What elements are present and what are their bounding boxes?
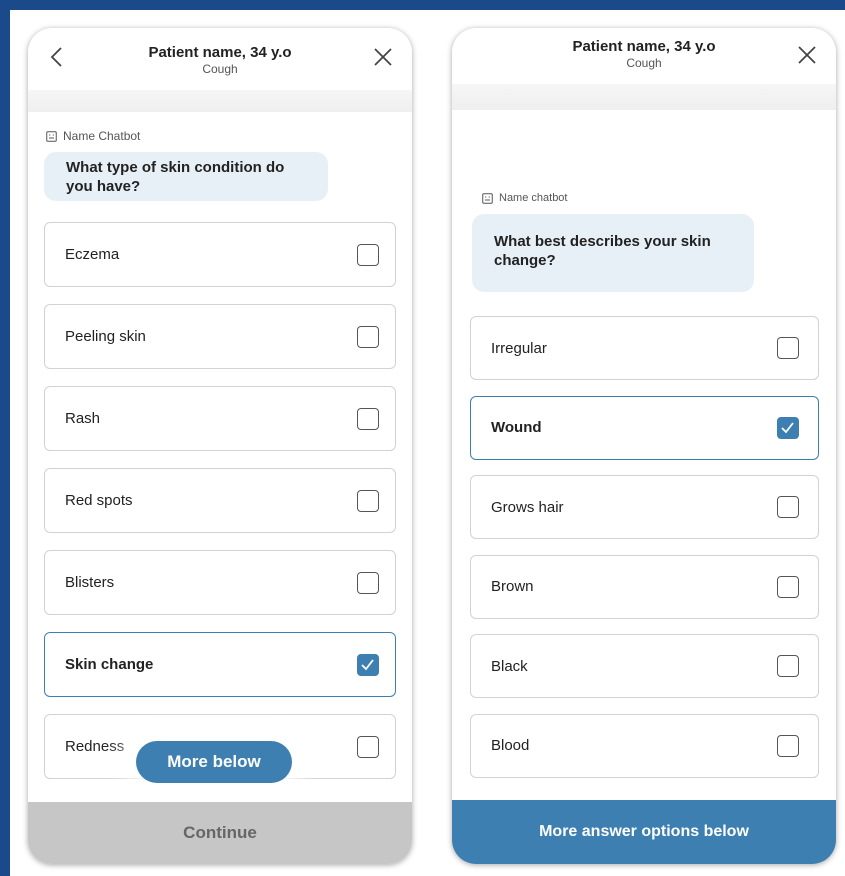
answer-option-label: Grows hair: [491, 498, 564, 516]
answer-option-label: Irregular: [491, 339, 547, 357]
checkbox[interactable]: [777, 734, 799, 757]
window-frame-top: [0, 0, 845, 10]
complaint-subtitle: Cough: [202, 62, 238, 76]
answer-option[interactable]: Peeling skin: [44, 304, 396, 369]
answer-option[interactable]: Eczema: [44, 222, 396, 287]
checkbox[interactable]: [777, 496, 799, 518]
chatbot-name: Name Chatbot: [63, 129, 141, 143]
continue-button[interactable]: Continue: [28, 802, 412, 864]
answer-option-label: Eczema: [65, 246, 120, 263]
checkbox[interactable]: [357, 572, 379, 594]
answer-option-label: Wound: [491, 419, 542, 436]
answer-option[interactable]: Blood: [470, 713, 819, 778]
question-bubble: What type of skin condition do you have?: [44, 152, 328, 201]
checkbox[interactable]: [357, 736, 379, 758]
checkbox[interactable]: [777, 337, 799, 359]
answer-option[interactable]: Red spots: [44, 468, 396, 533]
answer-option-label: Brown: [491, 578, 534, 595]
chatbot-icon: [46, 130, 57, 142]
answer-option[interactable]: Brown: [470, 554, 819, 619]
checkbox[interactable]: [357, 326, 379, 348]
phone-screen-skin-condition: Patient name, 34 y.o Cough Name Chatbot …: [28, 28, 412, 864]
checkbox[interactable]: [777, 575, 799, 598]
answer-option[interactable]: Rash: [44, 386, 396, 451]
answer-option-label: Skin change: [65, 656, 154, 673]
checkbox-checked[interactable]: [357, 654, 379, 676]
patient-name-title: Patient name, 34 y.o: [572, 38, 716, 55]
answer-option-label: Peeling skin: [65, 328, 146, 345]
header-divider: [28, 90, 412, 112]
window-frame-left: [0, 0, 10, 876]
patient-name-title: Patient name, 34 y.o: [148, 44, 292, 61]
screen-header: Patient name, 34 y.o Cough: [28, 28, 412, 90]
answer-option-label: Blood: [491, 737, 530, 754]
answer-option-label: Blisters: [65, 574, 115, 591]
checkbox[interactable]: [777, 655, 799, 677]
chatbot-label: Name chatbot: [482, 192, 567, 204]
chatbot-label: Name Chatbot: [46, 129, 140, 143]
screen-header: Patient name, 34 y.o Cough: [452, 28, 836, 90]
checkbox-checked[interactable]: [777, 416, 799, 439]
close-icon[interactable]: [372, 46, 394, 68]
checkbox[interactable]: [357, 408, 379, 430]
chatbot-icon: [482, 192, 493, 204]
question-bubble: What best describes your skin change?: [472, 214, 754, 292]
answer-option-label: Red spots: [65, 492, 133, 509]
answer-option[interactable]: Irregular: [470, 316, 819, 380]
checkmark-icon: [781, 421, 794, 433]
checkbox[interactable]: [357, 490, 379, 512]
chatbot-name: Name chatbot: [499, 192, 568, 204]
checkmark-icon: [361, 659, 374, 671]
complaint-subtitle: Cough: [626, 56, 662, 70]
answer-option[interactable]: Grows hair: [470, 475, 819, 539]
answer-option[interactable]: Blisters: [44, 550, 396, 615]
checkbox[interactable]: [357, 244, 379, 266]
answer-option[interactable]: Skin change: [44, 632, 396, 697]
answer-option[interactable]: Wound: [470, 395, 819, 460]
more-answer-options-button[interactable]: More answer options below: [452, 800, 836, 864]
answer-option-label: Black: [491, 657, 528, 675]
answer-option-label: Rash: [65, 410, 101, 427]
more-below-button[interactable]: More below: [136, 741, 292, 783]
answer-option[interactable]: Black: [470, 634, 819, 698]
close-icon[interactable]: [796, 44, 818, 66]
phone-screen-skin-change: Patient name, 34 y.o Cough Name chatbot …: [452, 28, 836, 864]
header-divider: [452, 84, 836, 110]
